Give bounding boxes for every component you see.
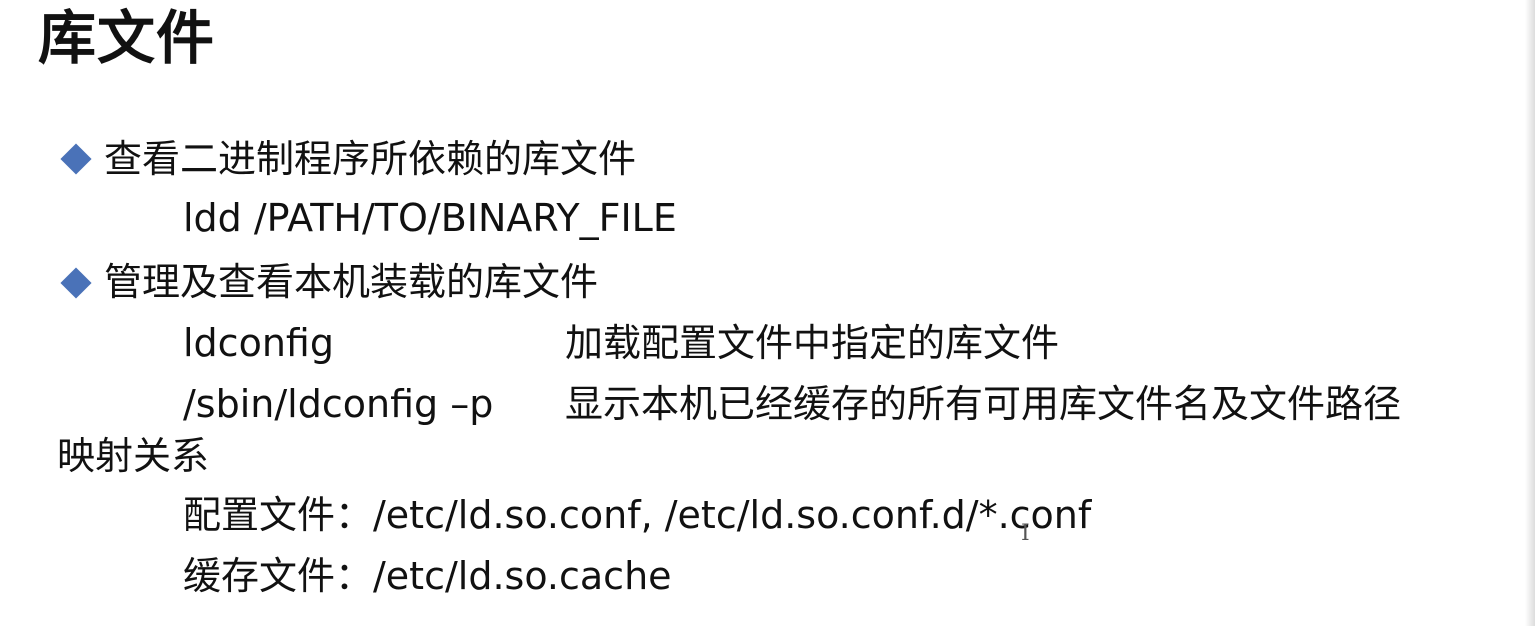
bullet-item-ldconfig: 管理及查看本机装载的库文件	[104, 260, 599, 304]
slide-edge	[1525, 0, 1535, 626]
diamond-bullet-icon	[60, 143, 92, 175]
slide: 库文件 查看二进制程序所依赖的库文件 ldd /PATH/TO/BINARY_F…	[0, 0, 1535, 626]
text-cursor-icon: I	[1021, 521, 1030, 546]
cache-file-line: 缓存文件：/etc/ld.so.cache	[183, 554, 672, 598]
slide-title: 库文件	[38, 4, 216, 72]
bullet-item-ldd: 查看二进制程序所依赖的库文件	[104, 137, 637, 181]
command-ldconfig: ldconfig	[183, 321, 334, 365]
description-ldconfig: 加载配置文件中指定的库文件	[565, 321, 1060, 365]
config-file-line: 配置文件：/etc/ld.so.conf, /etc/ld.so.conf.d/…	[183, 493, 1092, 537]
description-ldconfig-p: 显示本机已经缓存的所有可用库文件名及文件路径	[565, 382, 1402, 426]
diamond-bullet-icon	[60, 267, 92, 299]
description-continuation: 映射关系	[57, 434, 210, 478]
command-ldd: ldd /PATH/TO/BINARY_FILE	[183, 196, 677, 240]
command-ldconfig-p: /sbin/ldconfig –p	[183, 382, 494, 426]
